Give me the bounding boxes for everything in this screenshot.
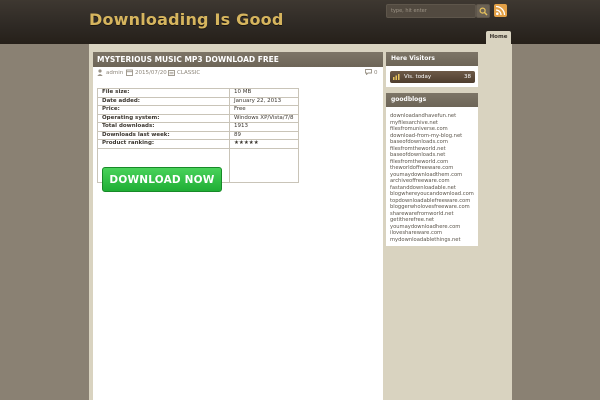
detail-value: Free	[229, 105, 299, 115]
detail-label: Product ranking:	[97, 139, 230, 149]
blog-link[interactable]: bloggerwholovesfreeware.com	[390, 204, 478, 211]
comment-count[interactable]: 0	[374, 68, 378, 78]
tab-home[interactable]: Home	[486, 31, 511, 44]
visitors-label: Vis. today	[404, 74, 432, 80]
detail-label: Operating system:	[97, 113, 230, 123]
visitors-counter: Vis. today 38	[390, 71, 475, 83]
detail-value: January 22, 2013	[229, 96, 299, 106]
detail-value: 89	[229, 130, 299, 140]
widget-title-blogs: goodblogs	[386, 93, 478, 107]
detail-label: File size:	[97, 88, 230, 98]
table-row: File size: 10 MB	[97, 88, 299, 98]
widget-title-visitors: Here Visitors	[386, 52, 478, 66]
detail-value: 1913	[229, 122, 299, 132]
comment-icon	[365, 69, 372, 75]
post-meta: admin 2015/07/20 CLASSIC 0	[97, 68, 379, 78]
blog-link[interactable]: mydownloadablethings.net	[390, 237, 478, 244]
chart-icon	[393, 74, 400, 80]
detail-label: Date added:	[97, 96, 230, 106]
detail-label: Total downloads:	[97, 122, 230, 132]
table-row: Total downloads: 1913	[97, 122, 299, 132]
post-author[interactable]: admin	[106, 68, 123, 78]
rating-stars: ★★★★★	[229, 139, 299, 149]
detail-label: Price:	[97, 105, 230, 115]
folder-icon	[168, 70, 175, 76]
post-title[interactable]: MYSTERIOUS MUSIC MP3 DOWNLOAD FREE	[93, 52, 383, 67]
blog-link[interactable]: blogwhereyoucandownload.com	[390, 191, 478, 198]
post-date: 2015/07/20	[135, 70, 167, 76]
detail-label: Downloads last week:	[97, 130, 230, 140]
search-icon	[479, 7, 488, 16]
visitors-count: 38	[464, 74, 471, 80]
site-title[interactable]: Downloading Is Good	[89, 10, 284, 29]
search-button[interactable]	[476, 4, 490, 18]
table-row: Downloads last week: 89	[97, 130, 299, 140]
table-row: Operating system: Windows XP/Vista/7/8	[97, 113, 299, 123]
user-icon	[97, 69, 103, 76]
empty-cell	[229, 147, 299, 183]
table-row: Date added: January 22, 2013	[97, 96, 299, 106]
download-now-button[interactable]: DOWNLOAD NOW	[102, 167, 222, 192]
detail-value: 10 MB	[229, 88, 299, 98]
calendar-icon	[126, 69, 133, 76]
search-input[interactable]: type, hit enter	[386, 4, 476, 18]
table-row: Product ranking: ★★★★★	[97, 139, 299, 149]
table-row: Price: Free	[97, 105, 299, 115]
detail-value: Windows XP/Vista/7/8	[229, 113, 299, 123]
post-category[interactable]: CLASSIC	[177, 68, 200, 78]
rss-icon[interactable]	[494, 4, 507, 17]
blog-link-list: downloadandhavefun.net myfilesarchive.ne…	[390, 113, 478, 243]
